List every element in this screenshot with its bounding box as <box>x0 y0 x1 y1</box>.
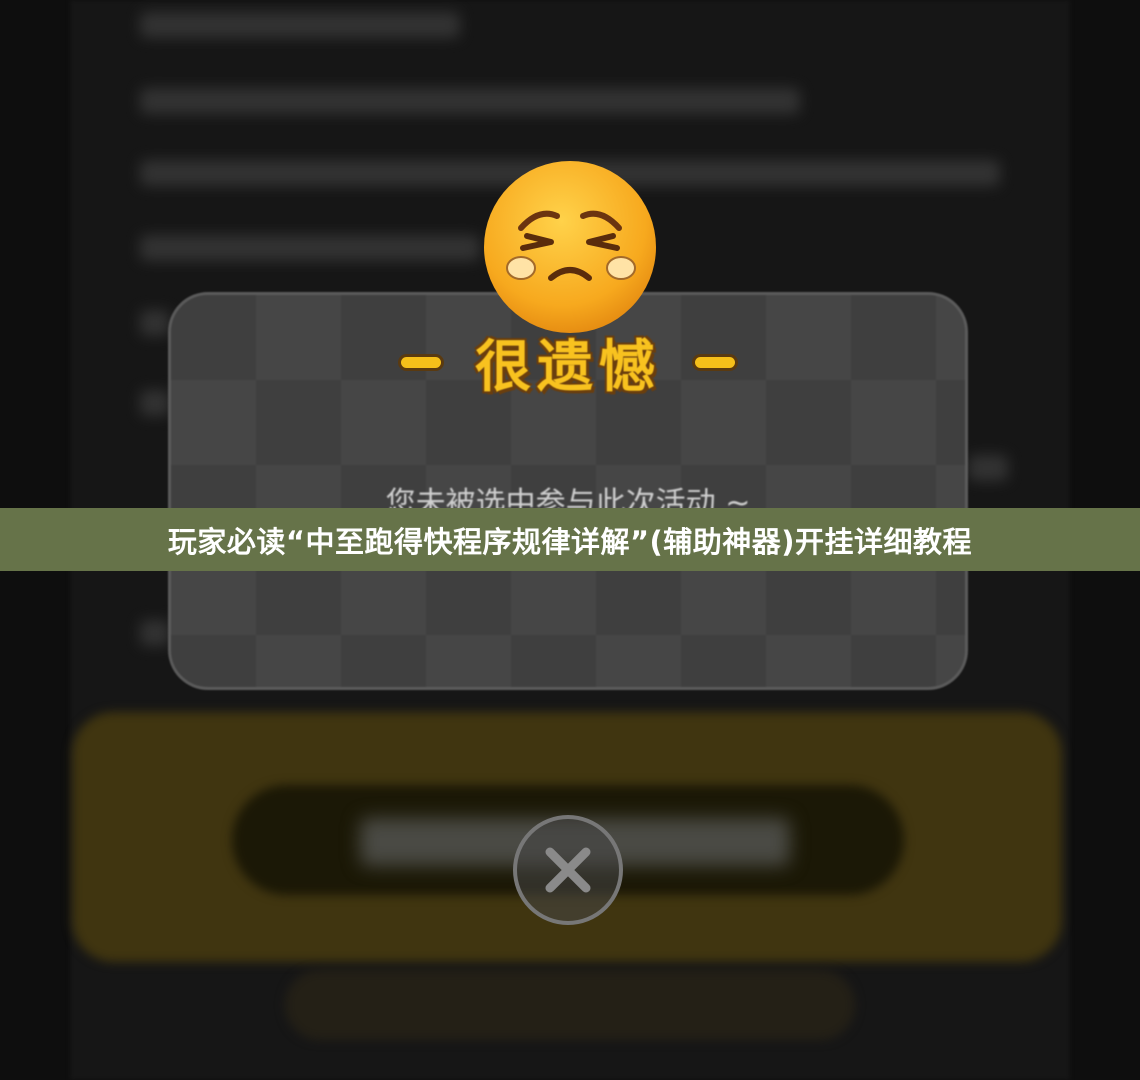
dialog-title: 很遗憾 <box>368 322 768 402</box>
sad-face-emoji-icon <box>484 161 656 333</box>
title-banner: 玩家必读“中至跑得快程序规律详解”(辅助神器)开挂详细教程 <box>0 508 1140 571</box>
title-right-dash <box>695 356 735 368</box>
close-button[interactable] <box>513 815 623 925</box>
background-text-line <box>140 235 480 261</box>
background-secondary-button <box>285 970 855 1040</box>
background-text-line <box>140 88 800 114</box>
background-text-line <box>140 12 460 38</box>
background-text-line <box>968 455 1008 481</box>
dialog-title-text: 很遗憾 <box>475 334 661 400</box>
banner-title: 玩家必读“中至跑得快程序规律详解”(辅助神器)开挂详细教程 <box>167 524 973 559</box>
title-left-dash <box>401 356 441 368</box>
close-icon <box>545 847 591 893</box>
background-text-line <box>140 310 170 336</box>
background-text-line <box>140 620 170 646</box>
background-text-line <box>140 390 170 416</box>
